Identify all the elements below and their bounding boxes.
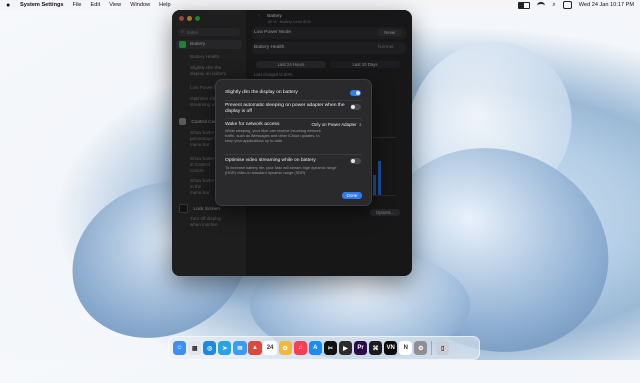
- menu-view[interactable]: View: [109, 2, 121, 8]
- menu-file[interactable]: File: [73, 2, 82, 8]
- apple-menu-icon[interactable]: ●: [6, 2, 14, 9]
- optimise-video-label: Optimise video streaming while on batter…: [225, 158, 316, 163]
- safari-icon[interactable]: ◎: [203, 341, 217, 355]
- divider: [225, 100, 362, 101]
- dim-display-label: Slightly dim the display on battery: [225, 90, 298, 95]
- final-cut-icon[interactable]: ▶: [338, 341, 353, 355]
- capcut-icon[interactable]: ✂: [323, 341, 337, 355]
- menu-app-name[interactable]: System Settings: [20, 2, 64, 8]
- dim-display-toggle[interactable]: [350, 90, 361, 96]
- menu-edit[interactable]: Edit: [91, 2, 101, 8]
- app-store-icon[interactable]: A: [308, 341, 322, 355]
- premiere-icon[interactable]: Pr: [353, 341, 368, 355]
- control-centre-icon[interactable]: [562, 1, 572, 9]
- launchpad-icon[interactable]: ▦: [188, 341, 202, 355]
- system-settings-icon[interactable]: ⚙: [414, 341, 428, 355]
- divider: [225, 154, 362, 155]
- dock-separator: [431, 341, 433, 355]
- app-store-shopping-icon[interactable]: ▲: [248, 341, 262, 355]
- calendar-icon[interactable]: 24: [263, 341, 277, 355]
- battery-options-sheet: Slightly dim the display on battery Prev…: [215, 79, 372, 206]
- dock: ☺ ▦ ◎ ➤ ✉ ▲ 24 ✿ ♫ A ✂ ▶ Pr ⌘ VN N ⚙ ▯: [168, 336, 480, 360]
- photos-icon[interactable]: ✿: [278, 341, 292, 355]
- prevent-sleep-label: Prevent automatic sleeping on power adap…: [225, 103, 345, 115]
- capcut-alt-icon[interactable]: ⌘: [369, 341, 383, 355]
- menu-clock[interactable]: Wed 24 Jan 10:17 PM: [579, 2, 634, 8]
- wake-network-select[interactable]: Only on Power Adapter ⇕: [311, 122, 362, 127]
- battery-status-icon[interactable]: [518, 1, 531, 9]
- telegram-icon[interactable]: ➤: [218, 341, 232, 355]
- trash-icon[interactable]: ▯: [436, 341, 450, 355]
- menu-window[interactable]: Window: [130, 2, 150, 8]
- search-icon[interactable]: ⌕: [552, 2, 555, 9]
- chevron-updown-icon: ⇕: [358, 122, 362, 127]
- menu-bar: ● System Settings File Edit View Window …: [0, 0, 640, 10]
- divider: [225, 118, 362, 119]
- notion-icon[interactable]: N: [399, 341, 413, 355]
- wake-network-value: Only on Power Adapter: [311, 122, 357, 127]
- vn-editor-icon[interactable]: VN: [384, 341, 398, 355]
- music-icon[interactable]: ♫: [293, 341, 307, 355]
- optimise-video-toggle[interactable]: [350, 158, 361, 164]
- optimise-video-description: To increase battery life, your Mac will …: [225, 165, 337, 175]
- prevent-sleep-toggle[interactable]: [350, 104, 361, 110]
- menu-help[interactable]: Help: [159, 2, 171, 8]
- finder-icon[interactable]: ☺: [173, 341, 187, 355]
- done-button[interactable]: Done: [342, 192, 362, 199]
- mail-icon[interactable]: ✉: [233, 341, 247, 355]
- wifi-icon[interactable]: [537, 1, 546, 9]
- wake-network-description: While sleeping, your Mac can receive inc…: [225, 128, 321, 143]
